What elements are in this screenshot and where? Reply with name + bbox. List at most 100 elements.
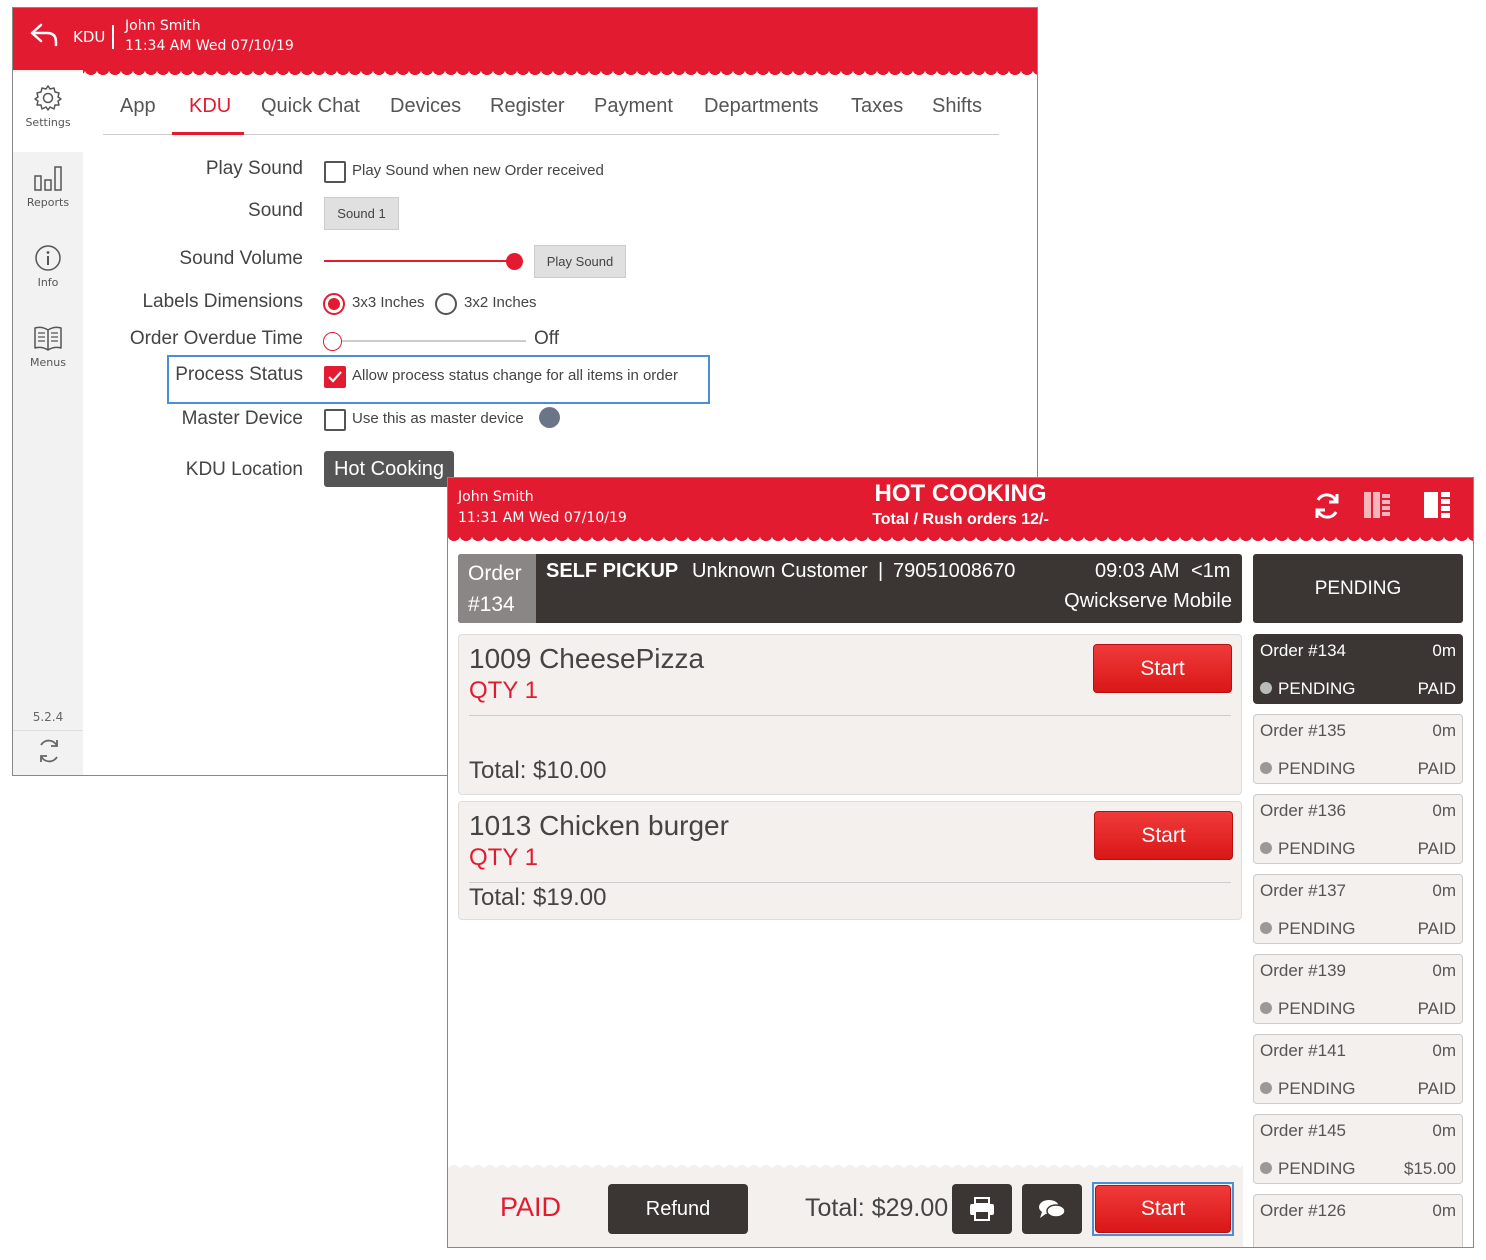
volume-slider-track[interactable]: [324, 260, 516, 262]
sidebar-label: Reports: [26, 196, 70, 209]
order-label: Order: [468, 562, 522, 585]
order-overdue-label: Order Overdue Time: [129, 328, 303, 349]
tab-app[interactable]: App: [120, 95, 156, 118]
play-sound-button[interactable]: Play Sound: [534, 245, 626, 278]
status-dot-icon: [1260, 842, 1272, 854]
sidebar-item-info[interactable]: Info: [13, 232, 83, 312]
order-number-block: Order #134: [458, 554, 536, 623]
tab-taxes[interactable]: Taxes: [851, 95, 903, 118]
order-list-item[interactable]: Order #134 0m PENDING PAID: [1253, 634, 1463, 704]
tab-departments[interactable]: Departments: [704, 95, 819, 118]
sidebar-divider: [13, 730, 83, 731]
refresh-icon[interactable]: [1312, 491, 1342, 521]
volume-slider-thumb[interactable]: [506, 253, 523, 270]
order-list-item[interactable]: Order #135 0m PENDING PAID: [1253, 714, 1463, 784]
status-dot-icon: [1260, 1002, 1272, 1014]
item-name: 1009 CheesePizza: [469, 643, 705, 674]
status-dot-icon: [1260, 1162, 1272, 1174]
column-view-icon[interactable]: [1363, 491, 1391, 519]
order-list-item[interactable]: Order #141 0m PENDING PAID: [1253, 1034, 1463, 1104]
tab-devices[interactable]: Devices: [390, 95, 461, 118]
order-list-payment: PAID: [1417, 839, 1456, 858]
kdu-location-select[interactable]: Hot Cooking: [324, 451, 454, 487]
item-divider: [469, 882, 1231, 883]
sidebar-label: Info: [37, 276, 59, 289]
order-list-item[interactable]: Order #126 0m: [1253, 1194, 1463, 1247]
list-view-icon[interactable]: [1423, 491, 1451, 519]
sidebar-item-settings[interactable]: Settings: [13, 72, 83, 152]
order-header[interactable]: Order #134 SELF PICKUP Unknown Customer …: [458, 554, 1242, 623]
order-list-item[interactable]: Order #139 0m PENDING PAID: [1253, 954, 1463, 1024]
order-list-status: PENDING: [1278, 1159, 1356, 1178]
kdu-header-wave: [448, 536, 1473, 544]
payment-status: PAID: [500, 1192, 562, 1222]
chat-icon: [1039, 1200, 1066, 1218]
order-list-time: 0m: [1432, 961, 1456, 980]
gear-icon: [34, 85, 62, 111]
sound-select[interactable]: Sound 1: [324, 197, 399, 230]
printer-icon: [970, 1197, 994, 1221]
order-list-status: PENDING: [1278, 759, 1356, 778]
order-list-time: 0m: [1432, 1041, 1456, 1060]
bar-chart-icon: [34, 166, 62, 191]
master-device-option: Use this as master device: [352, 410, 524, 427]
order-total: Total: $29.00: [805, 1194, 949, 1222]
settings-tabs: App KDU Quick Chat Devices Register Paym…: [103, 70, 999, 135]
order-list-item[interactable]: Order #137 0m PENDING PAID: [1253, 874, 1463, 944]
tab-shifts[interactable]: Shifts: [932, 95, 982, 118]
checkmark-icon: [328, 371, 342, 383]
play-sound-checkbox[interactable]: [324, 161, 346, 183]
back-icon[interactable]: [29, 22, 59, 48]
order-list-number: Order #141: [1260, 1041, 1346, 1060]
master-device-checkbox[interactable]: [324, 409, 346, 431]
order-list-time: 0m: [1432, 1201, 1456, 1220]
order-age: <1m: [1191, 560, 1231, 582]
order-list-number: Order #137: [1260, 881, 1346, 900]
order-list-item[interactable]: Order #136 0m PENDING PAID: [1253, 794, 1463, 864]
overdue-slider-track[interactable]: [333, 340, 526, 342]
item-divider: [469, 715, 1231, 716]
tab-payment[interactable]: Payment: [594, 95, 673, 118]
pending-list-header[interactable]: PENDING: [1253, 554, 1463, 623]
item-start-button[interactable]: Start: [1094, 811, 1233, 860]
app-version: 5.2.4: [32, 710, 64, 724]
settings-header: KDU John Smith 11:34 AM Wed 07/10/19: [13, 8, 1037, 70]
info-icon: [35, 245, 61, 271]
labels-3x3-radio[interactable]: [323, 293, 345, 315]
print-button[interactable]: [952, 1184, 1012, 1234]
item-name: 1013 Chicken burger: [469, 810, 729, 841]
header-divider: [112, 25, 114, 49]
order-list-item[interactable]: Order #145 0m PENDING $15.00: [1253, 1114, 1463, 1184]
sound-label: Sound: [248, 200, 303, 221]
tab-register[interactable]: Register: [490, 95, 564, 118]
tab-quick-chat[interactable]: Quick Chat: [261, 95, 360, 118]
refund-button[interactable]: Refund: [608, 1184, 748, 1234]
labels-3x2-text: 3x2 Inches: [464, 294, 537, 311]
order-start-button[interactable]: Start: [1095, 1185, 1231, 1233]
chat-button[interactable]: [1022, 1184, 1082, 1234]
header-user-block: John Smith 11:34 AM Wed 07/10/19: [125, 16, 294, 56]
status-dot-icon: [1260, 1082, 1272, 1094]
sync-icon[interactable]: [35, 737, 63, 765]
order-type: SELF PICKUP: [546, 560, 679, 582]
order-list-time: 0m: [1432, 801, 1456, 820]
sidebar-item-menus[interactable]: Menus: [13, 312, 83, 392]
status-dot-icon: [1260, 922, 1272, 934]
labels-dimensions-label: Labels Dimensions: [142, 291, 303, 312]
sidebar-label: Menus: [30, 356, 66, 369]
order-list-payment: PAID: [1417, 1079, 1456, 1098]
sound-volume-label: Sound Volume: [179, 248, 303, 269]
app-name: KDU: [73, 28, 106, 46]
order-item-card: 1009 CheesePizza QTY 1 Total: $10.00 Sta…: [458, 634, 1242, 795]
labels-3x2-radio[interactable]: [435, 293, 457, 315]
process-status-checkbox[interactable]: [324, 366, 346, 388]
item-total: Total: $10.00: [469, 757, 607, 784]
item-start-button[interactable]: Start: [1093, 644, 1232, 693]
order-list-time: 0m: [1432, 641, 1456, 660]
sidebar-item-reports[interactable]: Reports: [13, 152, 83, 232]
header-datetime: 11:34 AM Wed 07/10/19: [125, 38, 294, 54]
order-list-time: 0m: [1432, 881, 1456, 900]
item-qty: QTY 1: [469, 677, 538, 704]
tab-kdu[interactable]: KDU: [189, 95, 231, 118]
overdue-slider-thumb[interactable]: [323, 332, 342, 351]
